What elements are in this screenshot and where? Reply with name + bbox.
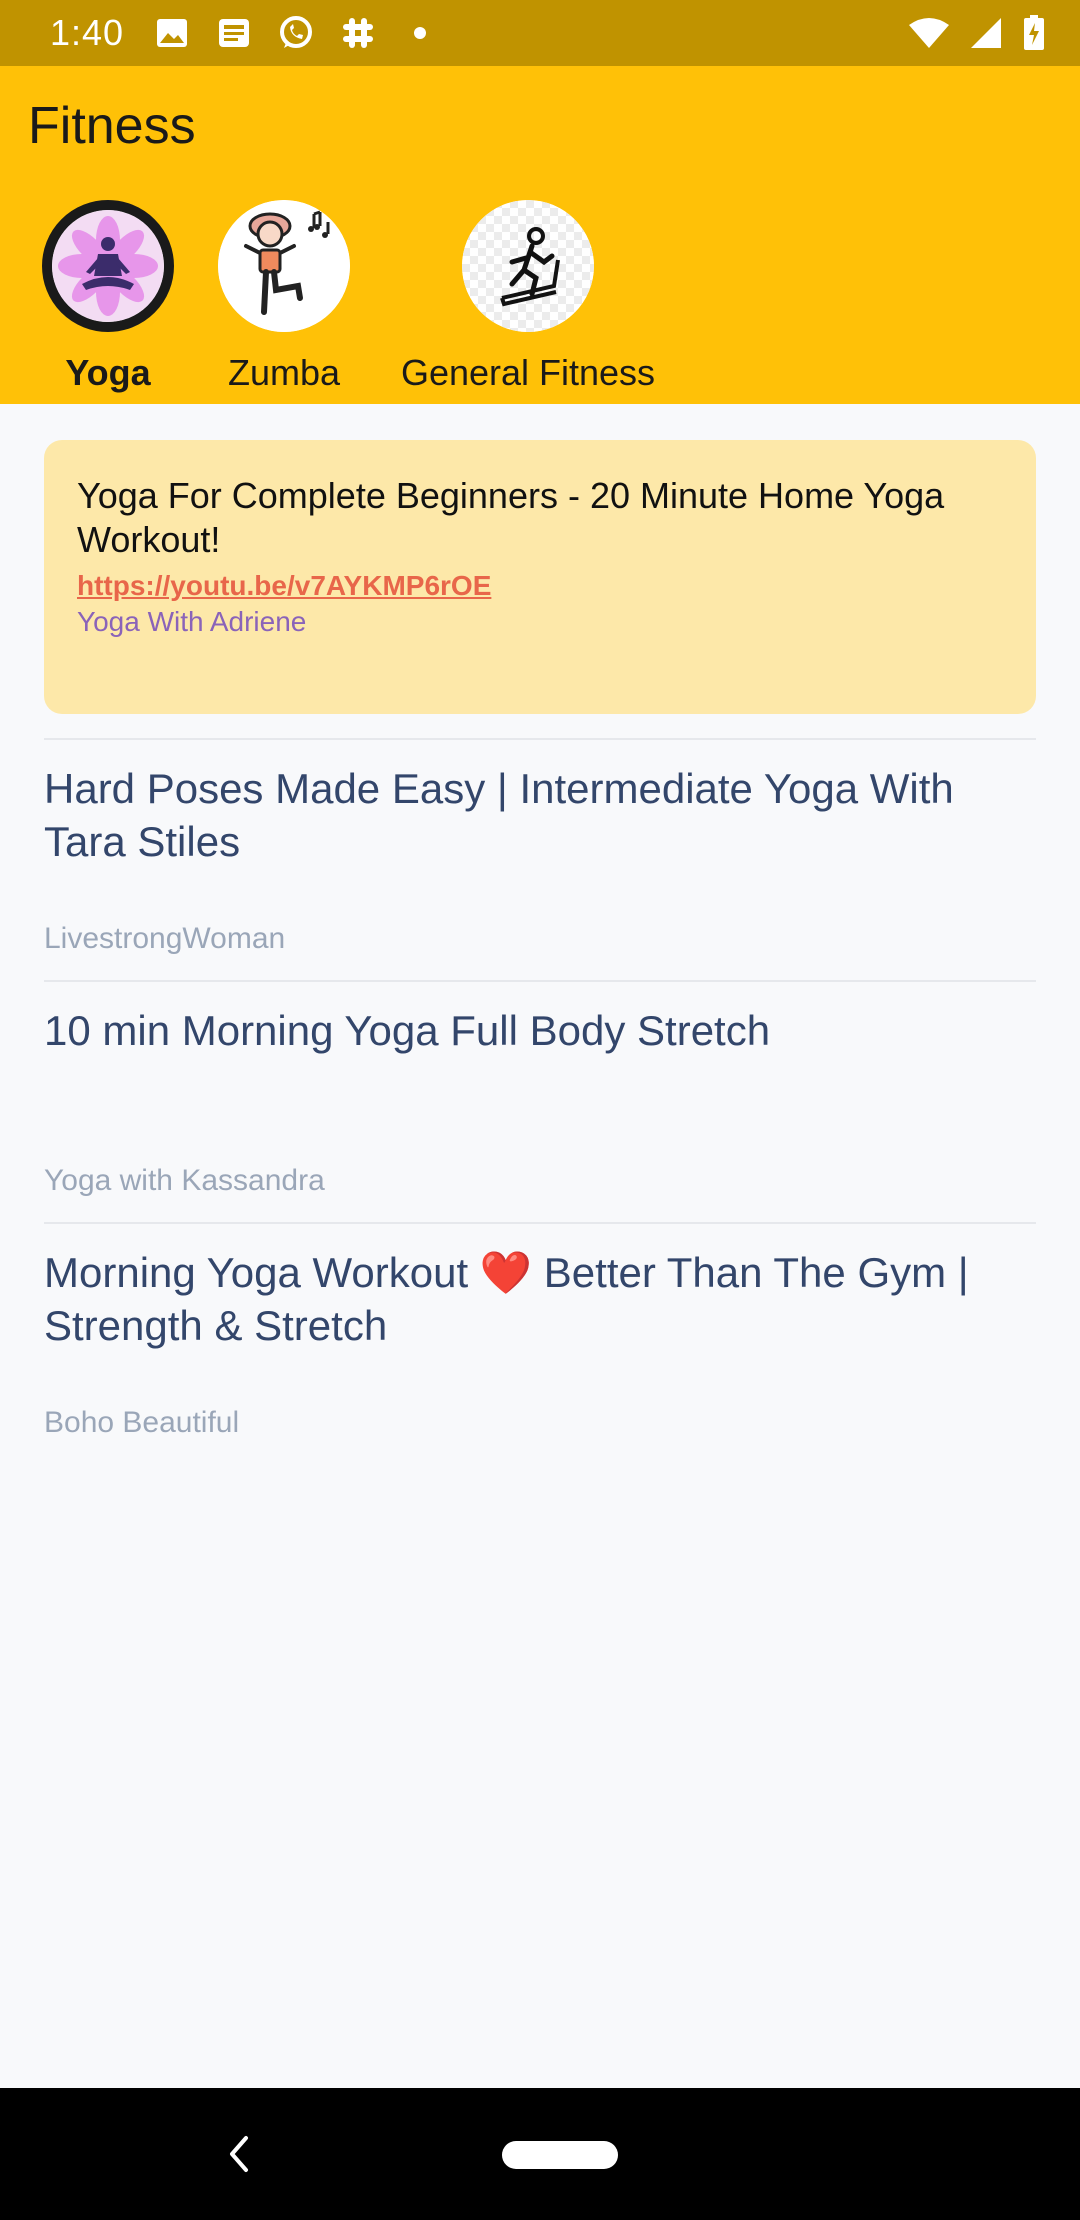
running-treadmill-icon — [462, 200, 594, 332]
video-title: 10 min Morning Yoga Full Body Stretch — [44, 1007, 771, 1054]
back-chevron-icon[interactable] — [224, 2132, 252, 2176]
category-label-general-fitness: General Fitness — [400, 352, 656, 393]
battery-charging-icon — [1022, 15, 1046, 51]
featured-video-title: Yoga For Complete Beginners - 20 Minute … — [77, 475, 945, 560]
featured-video-card[interactable]: Yoga For Complete Beginners - 20 Minute … — [44, 440, 1036, 714]
video-title: Morning Yoga Workout ❤️ Better Than The … — [44, 1249, 969, 1349]
status-bar: 1:40 — [0, 0, 1080, 66]
category-zumba[interactable]: Zumba — [218, 200, 350, 394]
category-yoga[interactable]: Yoga — [42, 200, 174, 394]
video-author: Yoga with Kassandra — [44, 1164, 325, 1197]
app-title: Fitness — [28, 97, 196, 155]
yoga-meditation-icon — [42, 200, 174, 332]
list-item[interactable]: Morning Yoga Workout ❤️ Better Than The … — [44, 1224, 1036, 1464]
list-item[interactable]: Hard Poses Made Easy | Intermediate Yoga… — [44, 740, 1036, 980]
category-general-fitness[interactable]: General Fitness — [396, 200, 660, 394]
notification-icons — [154, 15, 438, 51]
signal-icon — [968, 15, 1004, 51]
video-author: Boho Beautiful — [44, 1406, 240, 1439]
zumba-dancer-icon — [218, 200, 350, 332]
video-title: Hard Poses Made Easy | Intermediate Yoga… — [44, 765, 954, 865]
wifi-icon — [908, 15, 950, 51]
image-icon — [154, 15, 190, 51]
navigation-bar — [0, 2088, 1080, 2220]
system-status-icons — [908, 15, 1046, 51]
featured-video-author: Yoga With Adriene — [77, 606, 307, 637]
featured-video-link[interactable]: https://youtu.be/v7AYKMP6rOE — [77, 568, 1004, 604]
home-pill-icon[interactable] — [502, 2141, 618, 2169]
category-label-zumba: Zumba — [227, 352, 341, 393]
app-bar: Fitness Yoga Zumba General Fitness — [0, 66, 1080, 404]
news-icon — [216, 15, 252, 51]
dot-icon — [402, 15, 438, 51]
category-label-yoga: Yoga — [65, 352, 151, 393]
whatsapp-icon — [278, 15, 314, 51]
video-list: Yoga For Complete Beginners - 20 Minute … — [44, 440, 1036, 1464]
status-time: 1:40 — [50, 12, 125, 53]
slack-icon — [340, 15, 376, 51]
video-author: LivestrongWoman — [44, 922, 286, 955]
list-item[interactable]: 10 min Morning Yoga Full Body Stretch Yo… — [44, 982, 1036, 1222]
